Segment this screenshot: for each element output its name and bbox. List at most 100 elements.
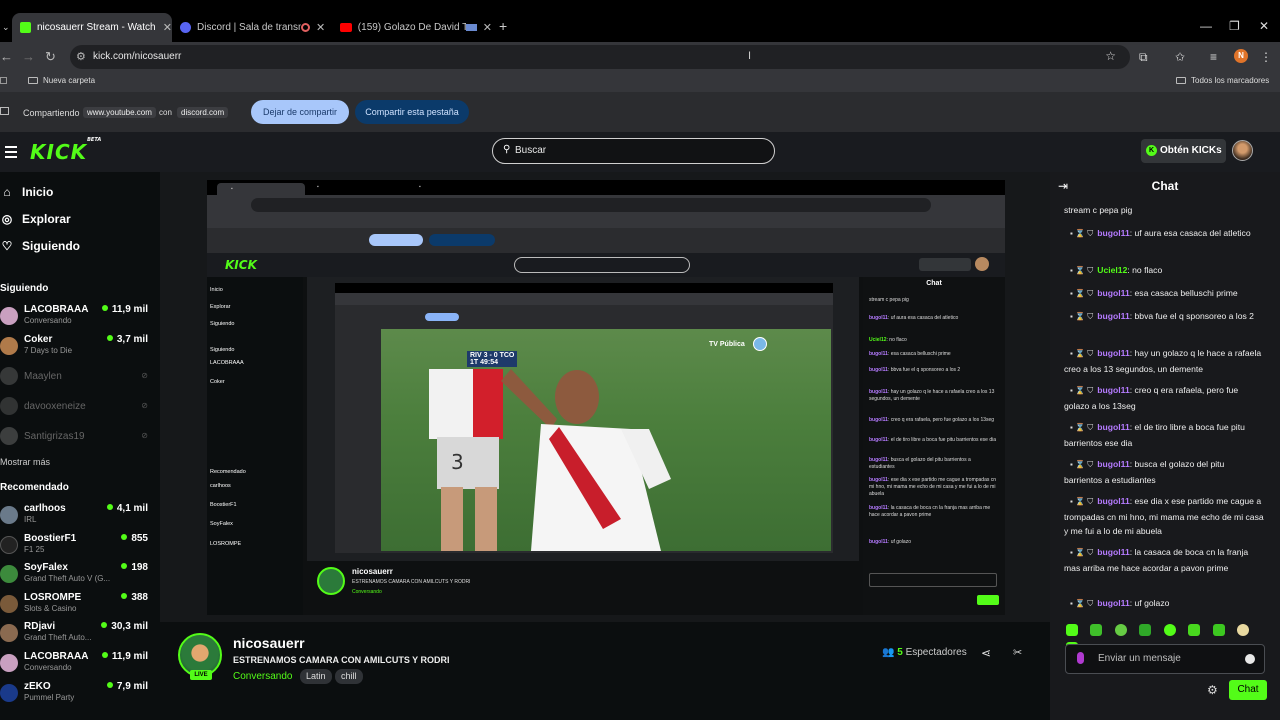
sidebar-channel-coker[interactable]: Coker 7 Days to Die 3,7 mil: [0, 334, 152, 360]
chat-username[interactable]: bugol11: [1097, 422, 1129, 432]
chat-text: stream c pepa pig: [1064, 205, 1133, 215]
emote-icon[interactable]: [1139, 624, 1152, 636]
share-this-tab-button[interactable]: Compartir esta pestaña: [355, 100, 469, 124]
video-player[interactable]: ▪ ▪ ▪ KICK Inicio Explorar Siguiendo Sig…: [207, 180, 1005, 615]
sidebar-channel-davooxeneize[interactable]: davooxeneize ⊘: [0, 394, 152, 420]
offline-icon: ⊘: [141, 401, 148, 410]
sidebar-rec-boostierf1[interactable]: BoostierF1 F1 25 855: [0, 533, 152, 559]
nav-label: Inicio: [22, 185, 54, 199]
tab-youtube[interactable]: (159) Golazo De David Trezeguet ✕: [332, 13, 492, 42]
chat-username[interactable]: bugol11: [1097, 288, 1129, 298]
close-window-icon[interactable]: ✕: [1259, 19, 1269, 33]
all-bookmarks[interactable]: Todos los marcadores: [1176, 76, 1269, 85]
sidebar-rec-zeko[interactable]: zEKO Pummel Party 7,9 mil: [0, 681, 152, 707]
menu-icon[interactable]: ⋮: [1260, 50, 1272, 64]
tab-kick[interactable]: nicosauerr Stream - Watch Live ✕: [12, 13, 172, 42]
chat-username[interactable]: bugol11: [1097, 228, 1129, 238]
minimize-icon[interactable]: —: [1200, 19, 1212, 33]
menu-icon[interactable]: [5, 146, 17, 161]
emote-icon[interactable]: [1212, 624, 1225, 636]
emote-icon[interactable]: [1163, 624, 1176, 636]
stream-category-link[interactable]: Conversando: [233, 671, 292, 682]
nav-label: Explorar: [22, 212, 71, 226]
chat-settings-icon[interactable]: ⚙: [1207, 683, 1218, 697]
nested-nav-label: Explorar: [210, 304, 231, 310]
viewer-count: 11,9 mil: [102, 304, 148, 315]
sidebar-channel-lacobraaa[interactable]: LACOBRAAA Conversando 11,9 mil: [0, 304, 152, 330]
nested-channel-name: SoyFalex: [210, 521, 233, 527]
show-more-link[interactable]: Mostrar más: [0, 457, 50, 467]
sidebar-channel-santigrizas19[interactable]: Santigrizas19 ⊘: [0, 424, 152, 450]
chat-username[interactable]: bugol11: [1097, 385, 1129, 395]
sidebar-rec-rdjavi[interactable]: RDjavi Grand Theft Auto... 30,3 mil: [0, 621, 152, 647]
site-settings-icon[interactable]: ⚙: [76, 50, 86, 63]
badge-icon: ▪ ⌛ ⛉: [1070, 349, 1094, 358]
tab-search-icon[interactable]: ⌄: [2, 22, 10, 33]
chat-username[interactable]: bugol11: [1097, 496, 1129, 506]
emote-icon[interactable]: [1237, 624, 1250, 636]
bookmark-star-icon[interactable]: ☆: [1105, 49, 1116, 63]
svg-text:3: 3: [451, 450, 464, 474]
tab-discord[interactable]: Discord | Sala de transmisión ✕: [172, 13, 332, 42]
stop-sharing-button[interactable]: Dejar de compartir: [251, 100, 349, 124]
chat-username[interactable]: bugol11: [1097, 311, 1129, 321]
nested-stream-name: nicosauerr: [352, 567, 393, 576]
close-tab-icon[interactable]: ✕: [316, 21, 325, 34]
stream-tag[interactable]: chill: [335, 669, 363, 684]
nested-chat-text: creo q era rafaela, pero fue golazo a lo…: [890, 417, 995, 423]
new-tab-icon[interactable]: +: [499, 18, 507, 34]
sidebar-rec-soyfalex[interactable]: SoyFalex Grand Theft Auto V (G... 198: [0, 562, 152, 588]
channel-name: RDjavi: [24, 621, 56, 632]
search-bar[interactable]: ⚲: [492, 138, 775, 164]
nested-browser-toolbar: [207, 195, 1005, 215]
close-tab-icon[interactable]: ✕: [163, 21, 172, 34]
stream-tag[interactable]: Latin: [300, 669, 332, 684]
close-tab-icon[interactable]: ✕: [483, 21, 492, 34]
sharing-label: Compartiendo: [23, 108, 80, 118]
emote-icon[interactable]: [1090, 624, 1103, 636]
user-avatar[interactable]: [1232, 140, 1253, 161]
chat-username[interactable]: bugol11: [1097, 547, 1129, 557]
clip-icon[interactable]: ✂: [1013, 646, 1022, 659]
nested-chat-user: bugol11: [869, 505, 888, 511]
emote-icon[interactable]: [1114, 624, 1127, 636]
emote-icon[interactable]: [1188, 624, 1201, 636]
sidebar-channel-maaylen[interactable]: Maaylen ⊘: [0, 364, 152, 390]
chat-username[interactable]: Uciel12: [1097, 265, 1127, 275]
nested-video: 3 RIV 3 - 0 TCO 1T 49:54 TV Pública: [307, 277, 859, 561]
viewers-icon: 👥: [882, 647, 895, 658]
nav-explorar[interactable]: ◎ Explorar: [0, 212, 71, 226]
send-chat-button[interactable]: Chat: [1229, 680, 1267, 700]
nav-siguiendo[interactable]: ♡ Siguiendo: [0, 239, 80, 253]
nav-inicio[interactable]: ⌂ Inicio: [0, 185, 53, 199]
share-icon[interactable]: ⋖: [981, 646, 991, 660]
media-control-icon[interactable]: ≡: [1210, 50, 1217, 64]
sidebar-rec-carlhoos[interactable]: carlhoos IRL 4,1 mil: [0, 503, 152, 529]
emoji-icon[interactable]: [1245, 654, 1255, 664]
badge-icon: ▪ ⌛ ⛉: [1070, 423, 1094, 432]
url-text[interactable]: kick.com/nicosauerr: [93, 51, 181, 62]
chat-username[interactable]: bugol11: [1097, 459, 1129, 469]
chat-message-input[interactable]: [1098, 653, 1238, 664]
chat-username[interactable]: bugol11: [1097, 348, 1129, 358]
streamer-name[interactable]: nicosauerr: [233, 635, 305, 651]
get-kicks-button[interactable]: K Obtén KICKs: [1141, 139, 1226, 163]
reload-icon[interactable]: ↻: [45, 49, 56, 65]
favorites-icon[interactable]: ✩: [1175, 50, 1185, 64]
chat-username[interactable]: bugol11: [1097, 598, 1129, 608]
chat-input-box[interactable]: [1065, 644, 1265, 674]
emote-icon[interactable]: [1066, 624, 1078, 636]
extensions-icon[interactable]: ⧉: [1139, 50, 1148, 65]
search-input[interactable]: [515, 145, 755, 156]
kick-logo[interactable]: KICKBETA: [30, 137, 101, 164]
microphone-icon[interactable]: [1077, 652, 1084, 664]
maximize-icon[interactable]: ❐: [1229, 19, 1240, 33]
address-bar[interactable]: ⚙ kick.com/nicosauerr I ☆: [70, 45, 1130, 69]
sidebar-rec-losrompe[interactable]: LOSROMPE Slots & Casino 388: [0, 592, 152, 618]
apps-icon[interactable]: [0, 77, 7, 84]
sidebar-rec-lacobraaa[interactable]: LACOBRAAA Conversando 11,9 mil: [0, 651, 152, 677]
profile-avatar[interactable]: N: [1234, 49, 1248, 63]
forward-icon[interactable]: →: [22, 49, 35, 64]
back-icon[interactable]: ←: [0, 49, 13, 64]
bookmark-folder[interactable]: Nueva carpeta: [28, 76, 95, 85]
